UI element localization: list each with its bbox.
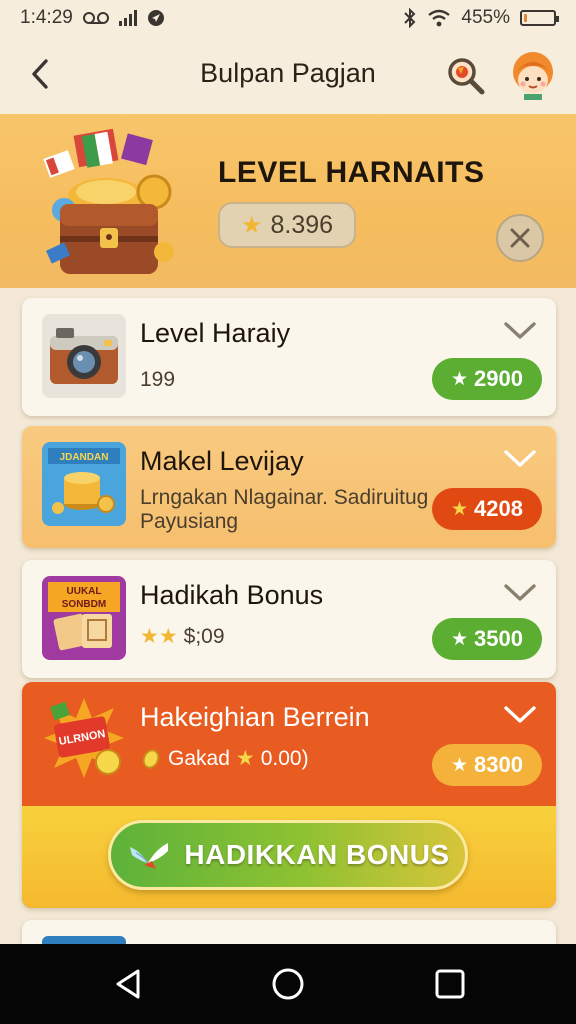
search-icon[interactable] <box>444 54 488 98</box>
location-icon <box>147 10 164 26</box>
recents-nav-icon[interactable] <box>432 966 468 1002</box>
system-nav-bar <box>0 944 576 1024</box>
chevron-down-icon[interactable] <box>500 580 540 606</box>
status-time: 1:4:29 <box>20 7 73 28</box>
status-bar: 1:4:29 455% <box>0 0 576 36</box>
item-subtitle: $;09 <box>183 624 225 648</box>
subtitle-prefix: Gakad <box>168 746 230 770</box>
list-item[interactable]: UUKAL SONBDM Hadikah Bonus ★★ $;09 ★ 350… <box>22 560 556 678</box>
level-banner: LEVEL HARNAITS ★ 8.396 <box>0 114 576 288</box>
level-title: LEVEL HARNAITS <box>218 156 485 189</box>
close-icon <box>510 228 530 248</box>
star-icon: ★ <box>240 211 263 239</box>
claim-bonus-button[interactable]: HADIKKAN BONUS <box>108 820 468 890</box>
thumb-label: SONBDM <box>62 599 106 610</box>
score-value: 8.396 <box>270 210 334 239</box>
item-name: Level Haraiy <box>140 318 291 348</box>
chevron-down-icon[interactable] <box>500 702 540 728</box>
close-button[interactable] <box>496 214 544 262</box>
price-value: 8300 <box>474 752 523 777</box>
star-icon: ★ <box>451 754 469 776</box>
star-icon: ★ <box>451 628 469 650</box>
thumb-label: UUKAL <box>67 586 102 597</box>
price-value: 3500 <box>474 626 523 651</box>
item-subtitle-line2: Payusiang <box>140 510 239 533</box>
star-icon: ★ <box>235 747 255 770</box>
item-name: Makel Levijay <box>140 446 304 476</box>
item-name: Hakeighian Berrein <box>140 702 370 732</box>
list-item[interactable]: JDANDAN Makel Levijay Lrngakan Nlagainar… <box>22 426 556 548</box>
item-subtitle: 199 <box>140 368 176 391</box>
chevron-down-icon[interactable] <box>500 446 540 472</box>
price-value: 2900 <box>474 366 523 391</box>
list-item-expanded[interactable]: ULRNON Hakeighian Berrein Gakad ★ 0.00) … <box>22 682 556 908</box>
price-pill[interactable]: ★ 3500 <box>432 618 542 660</box>
voicemail-icon <box>82 12 109 24</box>
burst-ticket-icon: ULRNON <box>44 698 124 778</box>
item-subtitle: Lrngakan Nlagainar. Sadiruitug <box>140 486 429 509</box>
app-bar: Bulpan Pagjan <box>0 36 576 114</box>
star-icon: ★ <box>451 368 469 390</box>
cell-signal-icon <box>118 10 137 26</box>
price-pill[interactable]: ★ 8300 <box>432 744 542 786</box>
treasure-chest-icon <box>43 128 174 274</box>
home-nav-icon[interactable] <box>270 966 306 1002</box>
bluetooth-icon <box>404 8 416 28</box>
battery-icon <box>520 10 559 26</box>
back-nav-icon[interactable] <box>110 966 146 1002</box>
battery-percent: 455% <box>461 7 510 28</box>
price-pill[interactable]: ★ 2900 <box>432 358 542 400</box>
coin-icon <box>142 748 160 769</box>
bonus-box-icon: UUKAL SONBDM <box>42 576 126 660</box>
price-value: 4208 <box>474 496 523 521</box>
avatar[interactable] <box>508 50 558 100</box>
list-item[interactable]: Level Haraiy 199 ★ 2900 <box>22 298 556 416</box>
coins-icon: JDANDAN <box>42 442 126 526</box>
thumb-label: JDANDAN <box>60 452 109 463</box>
item-subtitle: Gakad ★ 0.00) <box>140 746 309 771</box>
score-badge: ★ 8.396 <box>218 202 356 248</box>
camera-icon <box>42 314 126 398</box>
claim-bonus-label: HADIKKAN BONUS <box>184 839 450 870</box>
page-title: Bulpan Pagjan <box>200 58 376 88</box>
star-icon: ★★ <box>140 625 178 648</box>
expanded-panel: HADIKKAN BONUS <box>22 806 556 908</box>
subtitle-value: 0.00) <box>260 746 309 770</box>
star-icon: ★ <box>451 498 469 520</box>
item-name: Hadikah Bonus <box>140 580 324 610</box>
chevron-down-icon[interactable] <box>500 318 540 344</box>
item-rating: ★★ $;09 <box>140 624 225 649</box>
wifi-icon <box>428 9 451 27</box>
wing-icon <box>130 843 169 869</box>
price-pill[interactable]: ★ 4208 <box>432 488 542 530</box>
